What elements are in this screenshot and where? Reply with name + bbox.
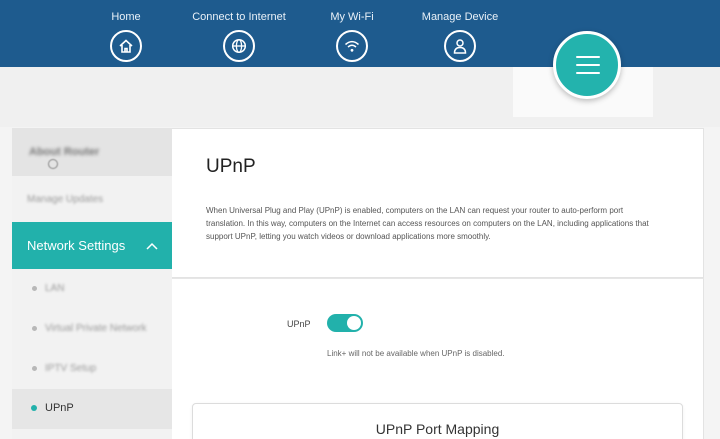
nav-my-wifi[interactable]: My Wi-Fi	[292, 10, 412, 62]
nav-home-label: Home	[111, 11, 141, 23]
upnp-toggle[interactable]	[327, 314, 363, 332]
settings-sidebar: About Router Manage Updates Network Sett…	[12, 128, 172, 439]
hamburger-menu-icon[interactable]	[553, 31, 621, 99]
upnp-toggle-label: UPnP	[287, 319, 311, 329]
nav-home[interactable]: Home	[66, 10, 186, 62]
home-icon	[110, 30, 142, 62]
user-icon	[444, 30, 476, 62]
bullet-icon	[32, 326, 37, 331]
upnp-header-panel: UPnP When Universal Plug and Play (UPnP)…	[172, 128, 704, 278]
port-mapping-card: UPnP Port Mapping	[192, 403, 683, 439]
bullet-icon	[32, 286, 37, 291]
bullet-icon	[32, 366, 37, 371]
sidebar-upnp-label: UPnP	[45, 402, 74, 414]
upnp-note: Link+ will not be available when UPnP is…	[327, 349, 505, 358]
page-title: UPnP	[206, 156, 256, 177]
nav-manage-label: Manage Device	[421, 11, 499, 23]
nav-manage-device[interactable]: Manage Device	[400, 10, 520, 62]
globe-icon	[223, 30, 255, 62]
sidebar-network-label: Network Settings	[27, 238, 126, 253]
sidebar-item-network-settings[interactable]: Network Settings	[12, 222, 172, 269]
wifi-icon	[336, 30, 368, 62]
chevron-up-icon	[146, 238, 158, 256]
page-description: When Universal Plug and Play (UPnP) is e…	[206, 206, 649, 241]
port-mapping-title: UPnP Port Mapping	[375, 421, 500, 437]
nav-connect-internet[interactable]: Connect to Internet	[179, 10, 299, 62]
sidebar-manage-label: Manage Updates	[27, 194, 104, 205]
sidebar-item-about-router[interactable]: About Router	[12, 128, 172, 176]
active-bullet-icon	[31, 405, 37, 411]
nav-wifi-label: My Wi-Fi	[330, 11, 374, 23]
toggle-knob	[347, 316, 361, 330]
pointer-cursor-icon	[48, 159, 58, 169]
sidebar-iptv-label: IPTV Setup	[45, 363, 97, 374]
sidebar-vpn-label: Virtual Private Network	[45, 323, 147, 334]
sidebar-item-vpn[interactable]: Virtual Private Network	[12, 309, 172, 349]
upnp-settings-panel: UPnP Link+ will not be available when UP…	[172, 278, 704, 439]
sidebar-lan-label: LAN	[45, 283, 65, 294]
sidebar-item-lan[interactable]: LAN	[12, 269, 172, 309]
nav-connect-label: Connect to Internet	[192, 11, 286, 23]
sidebar-item-iptv[interactable]: IPTV Setup	[12, 349, 172, 389]
sidebar-about-label: About Router	[29, 146, 100, 158]
sidebar-item-upnp[interactable]: UPnP	[12, 389, 172, 429]
sidebar-item-manage-updates[interactable]: Manage Updates	[12, 176, 172, 222]
